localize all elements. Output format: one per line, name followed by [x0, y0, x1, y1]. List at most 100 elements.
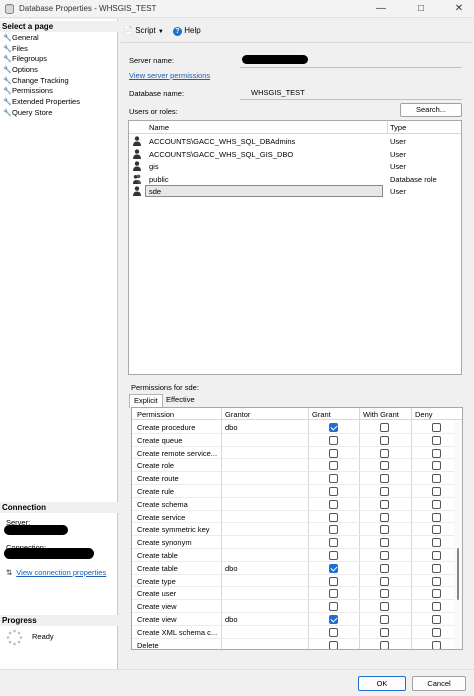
permission-row[interactable]: Create view dbo [132, 613, 454, 626]
grant-checkbox[interactable] [329, 576, 338, 586]
permissions-scrollbar[interactable] [454, 420, 462, 649]
tab-explicit[interactable]: Explicit [129, 394, 163, 408]
deny-checkbox[interactable] [432, 551, 441, 560]
grant-checkbox[interactable] [329, 474, 338, 484]
with-grant-checkbox[interactable] [380, 589, 389, 599]
users-grid-row[interactable]: ACCOUNTS\GACC_WHS_SQL_DBAdmins User [129, 135, 461, 148]
permissions-grid[interactable]: Permission Grantor Grant With Grant Deny… [131, 407, 463, 650]
users-grid-row[interactable]: public Database role [129, 173, 461, 186]
permission-row[interactable]: Create queue [132, 434, 454, 447]
grant-checkbox[interactable] [329, 538, 338, 548]
with-grant-checkbox[interactable] [380, 448, 389, 458]
permission-row[interactable]: Create service [132, 511, 454, 524]
deny-checkbox[interactable] [432, 627, 441, 637]
with-grant-checkbox[interactable] [380, 499, 389, 509]
with-grant-checkbox[interactable] [380, 551, 389, 560]
chevron-down-icon[interactable]: ▼ [158, 29, 164, 35]
deny-checkbox[interactable] [432, 487, 441, 496]
column-header-grant[interactable]: Grant [312, 410, 331, 419]
grant-checkbox[interactable] [329, 499, 338, 509]
with-grant-checkbox[interactable] [380, 538, 389, 548]
permission-row[interactable]: Create table [132, 549, 454, 562]
permission-row[interactable]: Create table dbo [132, 562, 454, 575]
grant-checkbox[interactable] [329, 563, 338, 573]
page-item-options[interactable]: 🔧Options [3, 65, 80, 76]
grant-checkbox[interactable] [329, 435, 338, 445]
permission-row[interactable]: Create role [132, 459, 454, 473]
with-grant-checkbox[interactable] [380, 576, 389, 586]
cancel-button[interactable]: Cancel [412, 676, 466, 691]
with-grant-checkbox[interactable] [380, 615, 389, 624]
page-item-general[interactable]: 🔧General [3, 33, 80, 44]
permission-row[interactable]: Create view [132, 600, 454, 613]
column-header-deny[interactable]: Deny [415, 410, 433, 419]
view-connection-properties-link[interactable]: ⇅ View connection properties [6, 568, 106, 577]
grant-checkbox[interactable] [329, 423, 338, 432]
deny-checkbox[interactable] [432, 589, 441, 599]
grant-checkbox[interactable] [329, 512, 338, 522]
close-button[interactable]: ✕ [444, 0, 474, 18]
deny-checkbox[interactable] [432, 640, 441, 649]
help-button[interactable]: ? Help [173, 24, 201, 38]
users-grid-row[interactable]: gis User [129, 160, 461, 173]
deny-checkbox[interactable] [432, 448, 441, 458]
permission-row[interactable]: Create route [132, 472, 454, 485]
deny-checkbox[interactable] [432, 615, 441, 624]
permission-row[interactable]: Create synonym [132, 536, 454, 549]
with-grant-checkbox[interactable] [380, 627, 389, 637]
permission-row[interactable]: Create symmetric key [132, 523, 454, 537]
users-grid-row[interactable]: ACCOUNTS\GACC_WHS_SQL_GIS_DBO User [129, 148, 461, 161]
deny-checkbox[interactable] [432, 435, 441, 445]
with-grant-checkbox[interactable] [380, 474, 389, 484]
permission-row[interactable]: Create procedure dbo [132, 421, 454, 434]
permission-row[interactable]: Create rule [132, 485, 454, 498]
search-button[interactable]: Search... [400, 103, 462, 117]
grant-checkbox[interactable] [329, 627, 338, 637]
with-grant-checkbox[interactable] [380, 563, 389, 573]
column-header-with-grant[interactable]: With Grant [363, 410, 399, 419]
ok-button[interactable]: OK [358, 676, 406, 691]
column-header-name[interactable]: Name [149, 123, 169, 132]
permission-row[interactable]: Create user [132, 587, 454, 601]
column-header-type[interactable]: Type [390, 123, 406, 132]
grant-checkbox[interactable] [329, 448, 338, 458]
with-grant-checkbox[interactable] [380, 435, 389, 445]
column-header-permission[interactable]: Permission [137, 410, 174, 419]
page-item-query-store[interactable]: 🔧Query Store [3, 108, 80, 119]
deny-checkbox[interactable] [432, 474, 441, 484]
with-grant-checkbox[interactable] [380, 525, 389, 535]
with-grant-checkbox[interactable] [380, 640, 389, 649]
deny-checkbox[interactable] [432, 602, 441, 612]
tab-effective[interactable]: Effective [162, 394, 199, 407]
users-grid[interactable]: Name Type ACCOUNTS\GACC_WHS_SQL_DBAdmins… [128, 120, 462, 375]
with-grant-checkbox[interactable] [380, 461, 389, 471]
permission-row[interactable]: Delete [132, 639, 454, 649]
deny-checkbox[interactable] [432, 563, 441, 573]
grant-checkbox[interactable] [329, 602, 338, 612]
page-item-permissions[interactable]: 🔧Permissions [3, 86, 80, 97]
grant-checkbox[interactable] [329, 589, 338, 599]
permission-row[interactable]: Create remote service... [132, 447, 454, 460]
minimize-button[interactable]: — [366, 0, 396, 18]
with-grant-checkbox[interactable] [380, 602, 389, 612]
view-server-permissions-link[interactable]: View server permissions [129, 71, 210, 80]
grant-checkbox[interactable] [329, 615, 338, 624]
deny-checkbox[interactable] [432, 423, 441, 432]
grant-checkbox[interactable] [329, 487, 338, 496]
deny-checkbox[interactable] [432, 512, 441, 522]
page-item-extended-properties[interactable]: 🔧Extended Properties [3, 97, 80, 108]
page-item-files[interactable]: 🔧Files [3, 44, 80, 55]
scrollbar-thumb[interactable] [457, 548, 459, 600]
deny-checkbox[interactable] [432, 525, 441, 535]
maximize-button[interactable]: □ [406, 0, 436, 18]
deny-checkbox[interactable] [432, 576, 441, 586]
grant-checkbox[interactable] [329, 461, 338, 471]
permission-row[interactable]: Create type [132, 575, 454, 588]
grant-checkbox[interactable] [329, 525, 338, 535]
with-grant-checkbox[interactable] [380, 512, 389, 522]
grant-checkbox[interactable] [329, 551, 338, 560]
grant-checkbox[interactable] [329, 640, 338, 649]
permission-row[interactable]: Create XML schema c... [132, 626, 454, 639]
deny-checkbox[interactable] [432, 538, 441, 548]
script-button[interactable]: 📄 Script ▼ [123, 24, 164, 39]
